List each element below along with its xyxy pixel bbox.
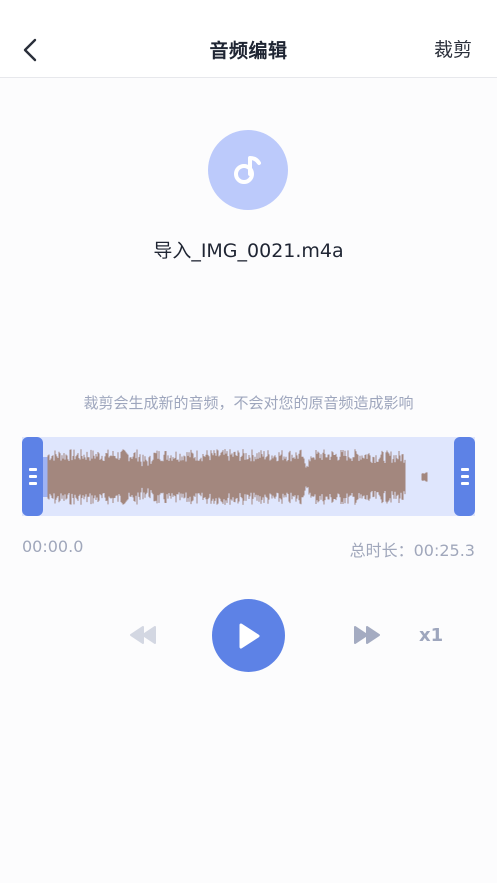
fast-forward-button[interactable] (352, 622, 382, 648)
play-icon (239, 623, 259, 648)
grip-line (460, 482, 469, 485)
music-note-icon (234, 156, 261, 184)
trim-end-handle[interactable] (454, 437, 475, 516)
rewind-button[interactable] (128, 622, 158, 648)
waveform-bars (47, 449, 428, 505)
page-title: 音频编辑 (209, 40, 288, 62)
rewind-icon (130, 626, 156, 644)
grip-line (460, 475, 469, 478)
trim-hint-text: 裁剪会生成新的音频，不会对您的原音频造成影响 (83, 394, 414, 412)
header-bar: 音频编辑 裁剪 (0, 0, 497, 78)
total-duration: 总时长：00:25.3 (349, 541, 475, 560)
file-name: 导入_IMG_0021.m4a (153, 240, 344, 262)
fast-forward-icon (354, 626, 380, 644)
grip-line (28, 468, 37, 471)
trim-start-handle[interactable] (22, 437, 43, 516)
trim-button[interactable]: 裁剪 (434, 35, 472, 62)
audio-file-avatar (208, 130, 288, 210)
grip-line (28, 482, 37, 485)
playback-speed-button[interactable]: x1 (419, 625, 443, 646)
current-time: 00:00.0 (22, 537, 84, 556)
waveform (40, 449, 428, 505)
play-button[interactable] (212, 599, 285, 672)
grip-line (28, 475, 37, 478)
grip-line (460, 468, 469, 471)
